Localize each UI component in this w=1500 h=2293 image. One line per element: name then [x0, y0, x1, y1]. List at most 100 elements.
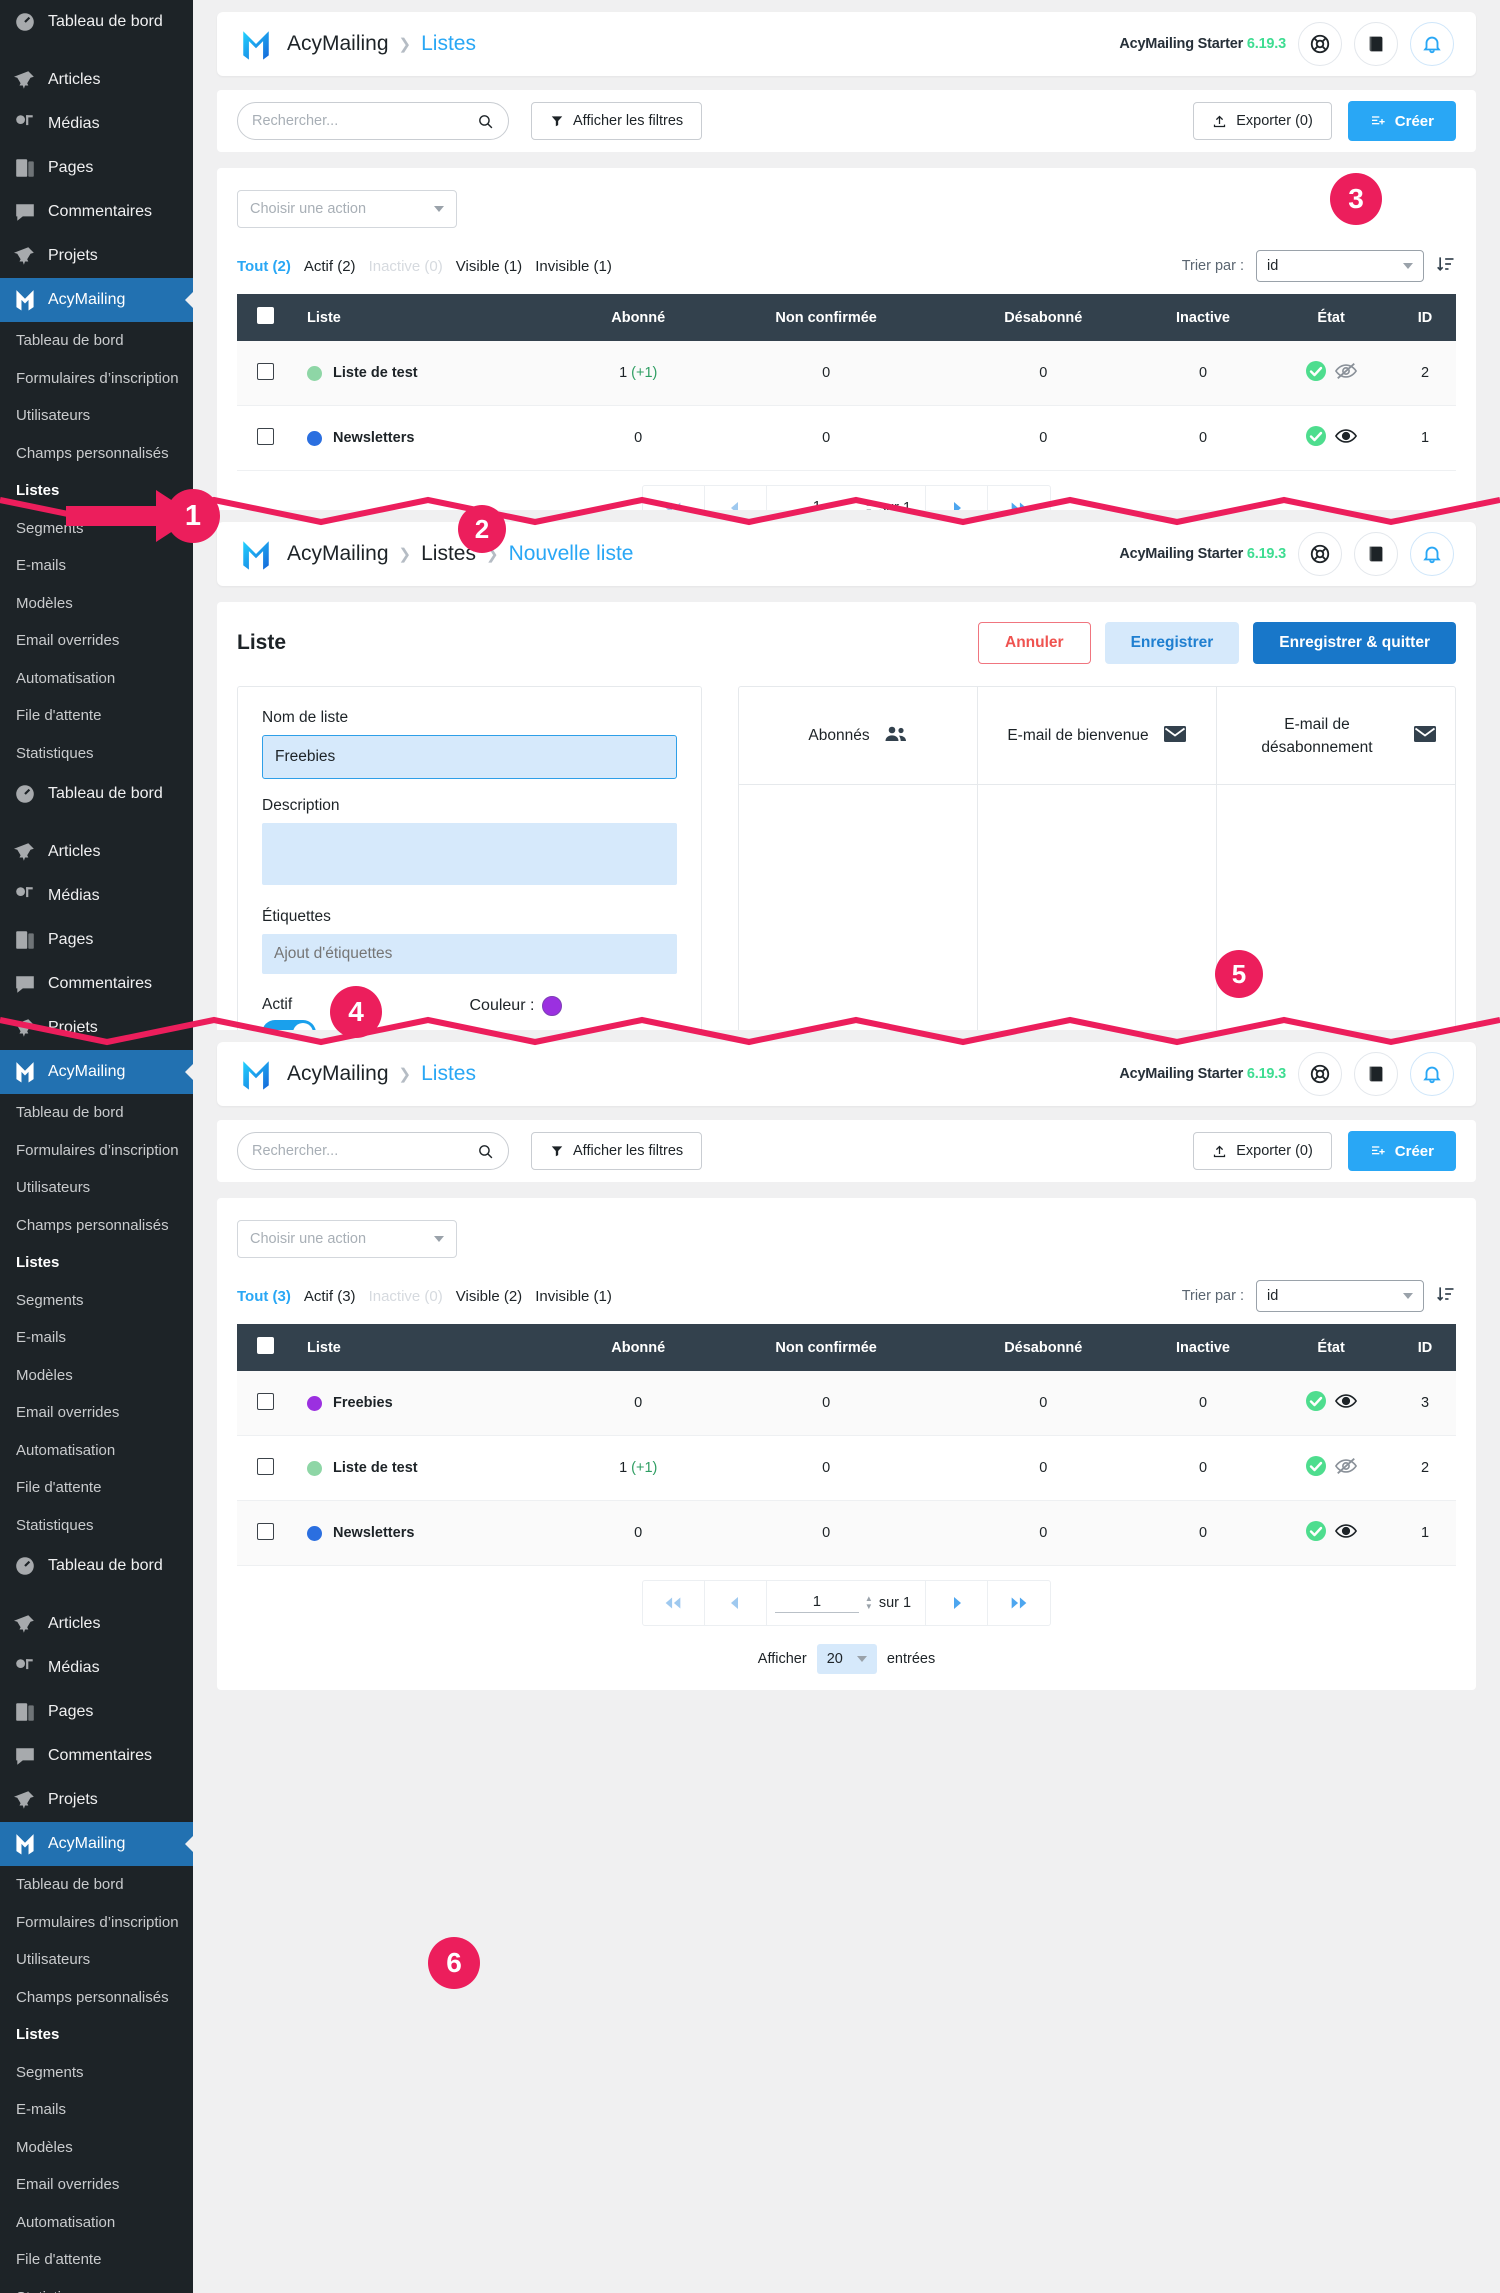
sidebar-item-commentaires[interactable]: Commentaires — [0, 962, 193, 1006]
col-non-confirmee[interactable]: Non confirmée — [703, 294, 949, 341]
row-checkbox[interactable] — [256, 1392, 274, 1410]
next-page-button[interactable] — [926, 1581, 989, 1625]
status-active-icon[interactable] — [1305, 425, 1327, 451]
row-list-cell[interactable]: Newsletters — [293, 1500, 573, 1566]
sidebar-subitem-mod-les[interactable]: Modèles — [0, 1357, 193, 1395]
sidebar-subitem-e-mails[interactable]: E-mails — [0, 2091, 193, 2129]
search-input[interactable] — [252, 1143, 477, 1159]
sidebar-subitem-e-mails[interactable]: E-mails — [0, 547, 193, 585]
list-name[interactable]: Freebies — [333, 1395, 393, 1411]
sidebar-subitem-champs-personnalis-s[interactable]: Champs personnalisés — [0, 1979, 193, 2017]
sidebar-subitem-email-overrides[interactable]: Email overrides — [0, 2166, 193, 2204]
sidebar-subitem-mod-les[interactable]: Modèles — [0, 585, 193, 623]
col-abonne[interactable]: Abonné — [573, 294, 704, 341]
color-swatch[interactable] — [542, 996, 563, 1016]
row-checkbox-cell[interactable] — [237, 405, 293, 471]
sidebar-subitem-listes[interactable]: Listes — [0, 2016, 193, 2054]
eye-visible-icon[interactable] — [1335, 1392, 1358, 1414]
status-tab-actif[interactable]: Actif (2) — [304, 258, 356, 275]
lifebuoy-icon[interactable] — [1298, 22, 1342, 66]
sidebar-subitem-statistiques[interactable]: Statistiques — [0, 735, 193, 773]
status-active-icon[interactable] — [1305, 1520, 1327, 1546]
bell-icon[interactable] — [1410, 22, 1454, 66]
sidebar-item-articles[interactable]: Articles — [0, 830, 193, 874]
row-checkbox[interactable] — [256, 427, 274, 445]
sidebar-subitem-formulaires-d-inscription[interactable]: Formulaires d’inscription — [0, 360, 193, 398]
sidebar-subitem-email-overrides[interactable]: Email overrides — [0, 622, 193, 660]
col-id[interactable]: ID — [1394, 1324, 1456, 1371]
row-checkbox-cell[interactable] — [237, 1500, 293, 1566]
sidebar-item-m-dias[interactable]: Médias — [0, 1646, 193, 1690]
breadcrumb-current[interactable]: Nouvelle liste — [509, 542, 634, 566]
cancel-button[interactable]: Annuler — [978, 622, 1091, 664]
status-tab-inactive[interactable]: Inactive (0) — [369, 1288, 443, 1305]
sidebar-item-articles[interactable]: Articles — [0, 58, 193, 102]
row-checkbox[interactable] — [256, 1457, 274, 1475]
status-tab-visible[interactable]: Visible (2) — [456, 1288, 522, 1305]
book-icon[interactable] — [1354, 532, 1398, 576]
col-etat[interactable]: État — [1268, 294, 1394, 341]
sort-direction-icon[interactable] — [1436, 1284, 1456, 1309]
breadcrumb-root[interactable]: AcyMailing — [287, 542, 389, 566]
sidebar-subitem-champs-personnalis-s[interactable]: Champs personnalisés — [0, 1207, 193, 1245]
export-button[interactable]: Exporter (0) — [1193, 102, 1332, 140]
list-name-input[interactable] — [262, 735, 677, 779]
status-tab-tout[interactable]: Tout (3) — [237, 1288, 291, 1305]
sort-direction-icon[interactable] — [1436, 254, 1456, 279]
breadcrumb-current[interactable]: Listes — [421, 32, 476, 56]
breadcrumb-root[interactable]: AcyMailing — [287, 32, 389, 56]
sidebar-subitem-formulaires-d-inscription[interactable]: Formulaires d’inscription — [0, 1904, 193, 1942]
row-checkbox-cell[interactable] — [237, 341, 293, 406]
col-inactive[interactable]: Inactive — [1137, 1324, 1269, 1371]
col-desabonne[interactable]: Désabonné — [948, 1324, 1138, 1371]
sidebar-subitem-statistiques[interactable]: Statistiques — [0, 2279, 193, 2293]
status-tab-invisible[interactable]: Invisible (1) — [535, 258, 612, 275]
list-name[interactable]: Newsletters — [333, 430, 414, 446]
tags-input[interactable] — [262, 934, 677, 974]
row-list-cell[interactable]: Liste de test — [293, 341, 573, 406]
sidebar-item-pages[interactable]: Pages — [0, 1690, 193, 1734]
page-input-group[interactable]: ▲▼ sur 1 — [767, 1581, 927, 1625]
search-input[interactable] — [252, 113, 477, 129]
sidebar-item-pages[interactable]: Pages — [0, 146, 193, 190]
sidebar-subitem-statistiques[interactable]: Statistiques — [0, 1507, 193, 1545]
table-row[interactable]: Newsletters 0 0 0 0 1 — [237, 405, 1456, 471]
sidebar-subitem-tableau-de-bord[interactable]: Tableau de bord — [0, 322, 193, 360]
description-textarea[interactable] — [262, 823, 677, 885]
sidebar-subitem-tableau-de-bord[interactable]: Tableau de bord — [0, 1094, 193, 1132]
status-tab-actif[interactable]: Actif (3) — [304, 1288, 356, 1305]
book-icon[interactable] — [1354, 22, 1398, 66]
sidebar-subitem-automatisation[interactable]: Automatisation — [0, 2204, 193, 2242]
list-name[interactable]: Newsletters — [333, 1525, 414, 1541]
last-page-button[interactable] — [988, 1581, 1050, 1625]
status-active-icon[interactable] — [1305, 1455, 1327, 1481]
book-icon[interactable] — [1354, 1052, 1398, 1096]
export-button[interactable]: Exporter (0) — [1193, 1132, 1332, 1170]
bell-icon[interactable] — [1410, 1052, 1454, 1096]
col-inactive[interactable]: Inactive — [1137, 294, 1269, 341]
status-tab-invisible[interactable]: Invisible (1) — [535, 1288, 612, 1305]
table-row[interactable]: Newsletters 0 0 0 0 1 — [237, 1500, 1456, 1566]
sidebar-item-m-dias[interactable]: Médias — [0, 102, 193, 146]
sidebar-item-tableau-de-bord[interactable]: Tableau de bord — [0, 1544, 193, 1588]
sidebar-subitem-listes[interactable]: Listes — [0, 1244, 193, 1282]
bell-icon[interactable] — [1410, 532, 1454, 576]
sidebar-subitem-tableau-de-bord[interactable]: Tableau de bord — [0, 1866, 193, 1904]
select-all-checkbox[interactable] — [256, 307, 274, 324]
first-page-button[interactable] — [643, 1581, 705, 1625]
sidebar-item-tableau-de-bord[interactable]: Tableau de bord — [0, 0, 193, 44]
row-list-cell[interactable]: Liste de test — [293, 1435, 573, 1501]
eye-hidden-icon[interactable] — [1335, 362, 1358, 384]
sidebar-subitem-file-d-attente[interactable]: File d'attente — [0, 1469, 193, 1507]
col-desabonne[interactable]: Désabonné — [948, 294, 1138, 341]
sidebar-item-acymailing[interactable]: AcyMailing — [0, 1822, 193, 1866]
col-non-confirmee[interactable]: Non confirmée — [703, 1324, 949, 1371]
search-box[interactable] — [237, 102, 509, 140]
sidebar-subitem-utilisateurs[interactable]: Utilisateurs — [0, 1169, 193, 1207]
sidebar-item-projets[interactable]: Projets — [0, 1778, 193, 1822]
sidebar-subitem-segments[interactable]: Segments — [0, 2054, 193, 2092]
sidebar-subitem-file-d-attente[interactable]: File d'attente — [0, 2241, 193, 2279]
bulk-action-select[interactable]: Choisir une action — [237, 1220, 457, 1258]
col-etat[interactable]: État — [1268, 1324, 1394, 1371]
sidebar-subitem-mod-les[interactable]: Modèles — [0, 2129, 193, 2167]
